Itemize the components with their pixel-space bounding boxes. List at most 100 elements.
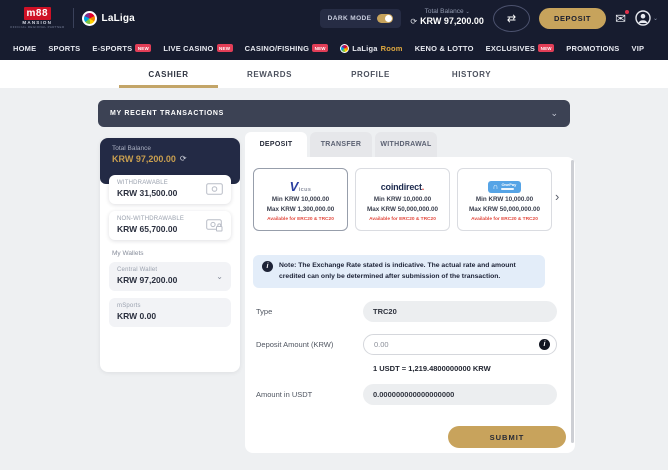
payment-method-carousel: Vicus Min KRW 10,000.00 Max KRW 1,300,00…: [253, 168, 567, 231]
laliga-room-suffix: Room: [381, 44, 403, 53]
chevron-down-icon: ⌄: [550, 108, 558, 119]
page: m88 MANSION OFFICIAL REGIONAL PARTNER La…: [0, 0, 668, 470]
onepay-logo-mark: ∩: [493, 183, 499, 191]
nav-item-promotions[interactable]: PROMOTIONS: [566, 44, 619, 53]
non-withdrawable-card: NON-WITHDRAWABLE KRW 65,700.00: [109, 211, 231, 240]
new-badge: NEW: [312, 44, 328, 52]
chevron-down-icon: ⌄: [216, 272, 223, 281]
usdt-amount-input[interactable]: [363, 384, 557, 405]
main-navigation: HOME SPORTS E-SPORTSNEW LIVE CASINONEW C…: [0, 36, 668, 60]
toggle-switch-icon[interactable]: [377, 14, 393, 23]
m88-logo: m88 MANSION OFFICIAL REGIONAL PARTNER: [10, 7, 65, 30]
msports-value: KRW 0.00: [117, 311, 156, 321]
active-tab-underline: [119, 85, 218, 88]
nav-item-esports[interactable]: E-SPORTSNEW: [92, 44, 151, 53]
carousel-next-icon[interactable]: ›: [555, 190, 559, 203]
type-label: Type: [253, 307, 363, 316]
vicus-logo: Vicus: [290, 179, 312, 194]
chevron-down-icon: ⌄: [465, 9, 469, 15]
recent-transactions-accordion[interactable]: MY RECENT TRANSACTIONS ⌄: [98, 100, 570, 127]
transfer-funds-button[interactable]: ⇄: [493, 5, 530, 32]
nav-item-keno-lotto[interactable]: KENO & LOTTO: [415, 44, 474, 53]
onepay-logo: ∩ OnePay: [488, 181, 522, 193]
min-amount: Min KRW 10,000.00: [476, 195, 533, 205]
deposit-amount-label: Deposit Amount (KRW): [253, 340, 363, 349]
new-badge: NEW: [538, 44, 554, 52]
payment-method-coindirect[interactable]: coindirect. Min KRW 10,000.00 Max KRW 50…: [355, 168, 450, 231]
withdrawable-value: KRW 31,500.00: [117, 188, 177, 198]
type-row: Type: [253, 301, 567, 322]
exchange-rate-note: i Note: The Exchange Rate stated is indi…: [253, 255, 545, 288]
central-wallet-label: Central Wallet: [117, 267, 177, 273]
cashier-tabs: DEPOSIT TRANSFER WITHDRAWAL: [245, 132, 575, 157]
nav-item-sports[interactable]: SPORTS: [48, 44, 80, 53]
m88-logo-mark: m88: [24, 7, 52, 20]
withdrawable-label: WITHDRAWABLE: [117, 180, 177, 186]
tab-withdrawal[interactable]: WITHDRAWAL: [375, 132, 437, 157]
wallet-sidebar: Total Balance KRW 97,200.00 ⟳ WITHDRAWAB…: [100, 138, 240, 372]
laliga-room-icon: [340, 44, 349, 53]
new-badge: NEW: [217, 44, 233, 52]
payment-method-onepay[interactable]: ∩ OnePay Min KRW 10,000.00 Max KRW 50,00…: [457, 168, 552, 231]
tab-transfer[interactable]: TRANSFER: [310, 132, 372, 157]
payment-method-vicus[interactable]: Vicus Min KRW 10,000.00 Max KRW 1,300,00…: [253, 168, 348, 231]
laliga-wordmark: LaLiga: [102, 13, 135, 24]
type-input[interactable]: [363, 301, 557, 322]
msports-wallet-card: mSports KRW 0.00: [109, 298, 231, 327]
submit-button[interactable]: SUBMIT: [448, 426, 566, 448]
messages-button[interactable]: ✉: [615, 12, 626, 25]
notification-badge: [624, 9, 630, 15]
refresh-icon[interactable]: ⟳: [410, 18, 417, 26]
dark-mode-toggle[interactable]: DARK MODE: [320, 9, 402, 28]
availability-note: Available for ERC20 & TRC20: [267, 217, 334, 222]
onepay-logo-text: OnePay: [501, 183, 516, 187]
account-subnav: CASHIER REWARDS PROFILE HISTORY: [0, 60, 668, 88]
usdt-amount-label: Amount in USDT: [253, 390, 363, 399]
onepay-logo-underline: [501, 188, 514, 190]
chevron-down-icon: ⌄: [653, 15, 658, 22]
brand-logos[interactable]: m88 MANSION OFFICIAL REGIONAL PARTNER La…: [10, 7, 135, 30]
refresh-icon[interactable]: ⟳: [180, 155, 187, 163]
nav-item-vip[interactable]: VIP: [632, 44, 645, 53]
nav-item-laliga-room[interactable]: LaLigaRoom: [340, 44, 402, 53]
brand-divider: [73, 8, 74, 28]
swap-arrows-icon: ⇄: [507, 12, 516, 25]
banknote-icon: [206, 183, 223, 195]
non-withdrawable-label: NON-WITHDRAWABLE: [117, 216, 184, 222]
withdrawable-card: WITHDRAWABLE KRW 31,500.00: [109, 175, 231, 204]
tab-rewards[interactable]: REWARDS: [219, 60, 320, 88]
banknote-lock-icon: [206, 219, 223, 232]
recent-transactions-title: MY RECENT TRANSACTIONS: [110, 110, 224, 117]
nav-item-home[interactable]: HOME: [13, 44, 36, 53]
cashier-section: DEPOSIT TRANSFER WITHDRAWAL Vicus Min KR…: [245, 132, 575, 453]
central-wallet-value: KRW 97,200.00: [117, 275, 177, 285]
coindirect-logo: coindirect: [381, 182, 422, 192]
total-balance-value: KRW 97,200.00: [420, 16, 484, 28]
tab-history[interactable]: HISTORY: [421, 60, 522, 88]
tab-profile[interactable]: PROFILE: [320, 60, 421, 88]
min-amount: Min KRW 10,000.00: [272, 195, 329, 205]
coindirect-logo-dot: .: [422, 182, 425, 192]
vertical-scrollbar[interactable]: [571, 160, 574, 443]
nav-item-casino-fishing[interactable]: CASINO/FISHINGNEW: [245, 44, 329, 53]
laliga-logo: LaLiga: [82, 11, 135, 26]
nav-item-exclusives[interactable]: EXCLUSIVESNEW: [486, 44, 555, 53]
max-amount: Max KRW 50,000,000.00: [469, 205, 540, 215]
tab-deposit[interactable]: DEPOSIT: [245, 132, 307, 157]
usdt-amount-row: Amount in USDT: [253, 384, 567, 405]
new-badge: NEW: [135, 44, 151, 52]
nav-item-live-casino[interactable]: LIVE CASINONEW: [163, 44, 232, 53]
deposit-button[interactable]: DEPOSIT: [539, 8, 606, 29]
availability-note: Available for ERC20 & TRC20: [471, 217, 538, 222]
account-menu[interactable]: ⌄: [635, 10, 658, 26]
tab-cashier[interactable]: CASHIER: [118, 60, 219, 88]
max-amount: Max KRW 50,000,000.00: [367, 205, 438, 215]
sidebar-balance-label: Total Balance: [112, 145, 228, 152]
total-balance-widget[interactable]: Total Balance ⌄ ⟳ KRW 97,200.00: [410, 8, 484, 28]
laliga-crest-icon: [82, 11, 97, 26]
msports-label: mSports: [117, 303, 156, 309]
info-icon[interactable]: i: [539, 339, 550, 350]
deposit-amount-input[interactable]: [363, 334, 557, 355]
deposit-panel: Vicus Min KRW 10,000.00 Max KRW 1,300,00…: [245, 157, 575, 453]
central-wallet-card[interactable]: Central Wallet KRW 97,200.00 ⌄: [109, 262, 231, 291]
